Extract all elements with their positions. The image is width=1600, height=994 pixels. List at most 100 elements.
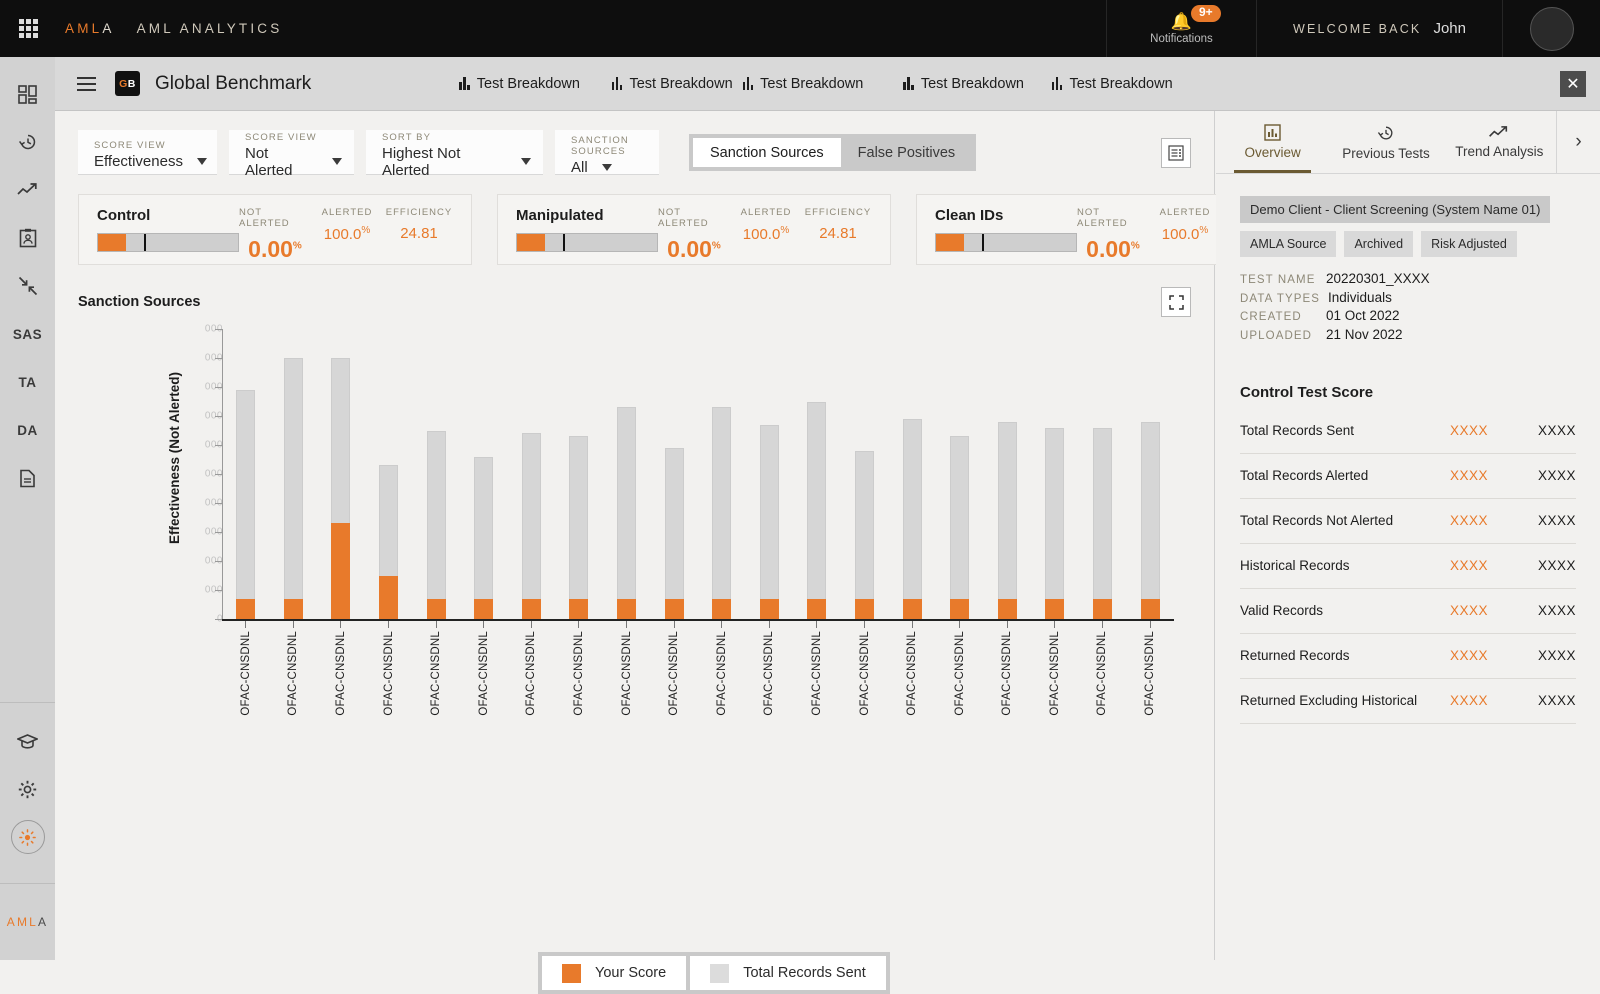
tab-test-breakdown-2[interactable]: Test Breakdown xyxy=(612,76,733,92)
tab-test-breakdown-5[interactable]: Test Breakdown xyxy=(1052,76,1173,92)
apps-grid-button[interactable] xyxy=(0,0,57,57)
bar-segment-your-score xyxy=(617,599,636,619)
x-tick-label: OFAC-CNSDNL xyxy=(621,631,633,716)
score-view-2-select[interactable]: SCORE VIEW Not Alerted xyxy=(229,130,354,175)
bar[interactable] xyxy=(427,431,446,620)
bar-segment-your-score xyxy=(807,599,826,619)
bar[interactable] xyxy=(617,407,636,619)
bar[interactable] xyxy=(1045,428,1064,619)
sidebar-item-da[interactable]: DA xyxy=(0,406,55,454)
x-tick-label: OFAC-CNSDNL xyxy=(383,631,395,716)
sidebar-item-sas[interactable]: SAS xyxy=(0,310,55,358)
chart-title: Sanction Sources xyxy=(78,294,200,310)
tab-overview[interactable]: Overview xyxy=(1216,111,1329,173)
bar-segment-your-score xyxy=(474,599,493,619)
bar[interactable] xyxy=(998,422,1017,619)
metric-card-manipulated[interactable]: Manipulated NOT ALERTED 0.00% ALERTED 10… xyxy=(497,194,891,265)
bar[interactable] xyxy=(903,419,922,619)
y-tick-mark xyxy=(215,590,222,591)
x-tick-mark xyxy=(793,621,841,628)
bar[interactable] xyxy=(236,390,255,619)
sidebar-item-documents[interactable] xyxy=(0,454,55,502)
bar-segment-total-records-sent xyxy=(760,425,779,599)
bar[interactable] xyxy=(855,451,874,619)
sidebar-item-settings[interactable] xyxy=(0,765,55,813)
x-tick-label: OFAC-CNSDNL xyxy=(573,631,585,716)
x-tick-label: OFAC-CNSDNL xyxy=(1001,631,1013,716)
x-tick-label: OFAC-CNSDNL xyxy=(906,631,918,716)
toggle-sanction-sources[interactable]: Sanction Sources xyxy=(693,138,841,167)
notifications-button[interactable]: 🔔 Notifications 9+ xyxy=(1106,0,1256,57)
trend-icon xyxy=(17,182,39,198)
bar[interactable] xyxy=(379,465,398,619)
tab-test-breakdown-1[interactable]: Test Breakdown xyxy=(459,76,580,92)
score-row-value-secondary: XXXX xyxy=(1488,468,1576,483)
x-label-slot: OFAC-CNSDNL xyxy=(793,631,841,716)
legend-label: Total Records Sent xyxy=(743,965,866,981)
tab-previous-tests[interactable]: Previous Tests xyxy=(1329,111,1442,173)
x-label-slot: OFAC-CNSDNL xyxy=(984,631,1032,716)
score-row-label: Total Records Sent xyxy=(1240,423,1354,438)
x-tick-label: OFAC-CNSDNL xyxy=(335,631,347,716)
rail-divider-top xyxy=(0,702,55,703)
bar[interactable] xyxy=(712,407,731,619)
bar-segment-your-score xyxy=(760,599,779,619)
bar[interactable] xyxy=(665,448,684,619)
legend-item-total-records-sent[interactable]: Total Records Sent xyxy=(690,956,886,990)
bar[interactable] xyxy=(474,457,493,619)
tag-risk-adjusted: Risk Adjusted xyxy=(1421,231,1517,257)
bar[interactable] xyxy=(807,402,826,620)
score-section-title: Control Test Score xyxy=(1240,384,1576,401)
x-tick-mark xyxy=(270,621,318,628)
theme-toggle-button[interactable] xyxy=(0,813,55,861)
tab-test-breakdown-4[interactable]: Test Breakdown xyxy=(903,76,1024,92)
sanction-sources-select[interactable]: SANCTION SOURCES All xyxy=(555,130,659,175)
chevron-down-icon xyxy=(602,164,612,171)
bar-segment-your-score xyxy=(427,599,446,619)
hamburger-icon[interactable] xyxy=(63,77,109,91)
bar[interactable] xyxy=(760,425,779,619)
bar[interactable] xyxy=(331,358,350,619)
dashboard-icon xyxy=(18,85,37,104)
bar[interactable] xyxy=(1141,422,1160,619)
sidebar-item-academy[interactable] xyxy=(0,717,55,765)
list-settings-button[interactable] xyxy=(1161,138,1191,168)
bar[interactable] xyxy=(522,433,541,619)
bar[interactable] xyxy=(950,436,969,619)
sidebar-item-trend[interactable] xyxy=(0,166,55,214)
bar-column xyxy=(1031,329,1079,619)
bar[interactable] xyxy=(1093,428,1112,619)
x-tick-label: OFAC-CNSDNL xyxy=(763,631,775,716)
bar[interactable] xyxy=(569,436,588,619)
sort-by-select[interactable]: SORT BY Highest Not Alerted xyxy=(366,130,543,175)
client-chip: Demo Client - Client Screening (System N… xyxy=(1240,196,1550,223)
x-tick-mark xyxy=(317,621,365,628)
tab-trend-analysis[interactable]: Trend Analysis xyxy=(1443,111,1556,173)
select-label: SCORE VIEW xyxy=(94,140,205,151)
test-breakdown-tabs: Test Breakdown Test Breakdown Test Break… xyxy=(459,76,1172,92)
metric-card-control[interactable]: Control NOT ALERTED 0.00% ALERTED 100.0%… xyxy=(78,194,472,265)
avatar-button[interactable] xyxy=(1503,0,1600,57)
toggle-false-positives[interactable]: False Positives xyxy=(841,138,973,167)
x-tick-mark xyxy=(1079,621,1127,628)
list-settings-icon xyxy=(1168,145,1184,161)
legend-item-your-score[interactable]: Your Score xyxy=(542,956,686,990)
bar-chart-icon xyxy=(743,77,754,90)
score-view-1-select[interactable]: SCORE VIEW Effectiveness xyxy=(78,130,217,175)
welcome-label: WELCOME BACK xyxy=(1293,22,1422,36)
bar-chart-icon xyxy=(612,77,623,90)
sidebar-item-collapse[interactable] xyxy=(0,262,55,310)
sidebar-item-dashboard[interactable] xyxy=(0,70,55,118)
bar[interactable] xyxy=(284,358,303,619)
sidebar-item-reports[interactable] xyxy=(0,214,55,262)
close-button[interactable]: ✕ xyxy=(1560,71,1586,97)
x-label-slot: OFAC-CNSDNL xyxy=(460,631,508,716)
sidebar-item-ta[interactable]: TA xyxy=(0,358,55,406)
sidebar-item-history[interactable] xyxy=(0,118,55,166)
detail-value: 01 Oct 2022 xyxy=(1326,308,1400,323)
select-value: Not Alerted xyxy=(245,145,318,179)
x-label-slot: OFAC-CNSDNL xyxy=(222,631,270,716)
next-tab-button[interactable]: › xyxy=(1556,111,1600,173)
expand-chart-button[interactable] xyxy=(1161,287,1191,317)
tab-test-breakdown-3[interactable]: Test Breakdown xyxy=(743,76,864,92)
